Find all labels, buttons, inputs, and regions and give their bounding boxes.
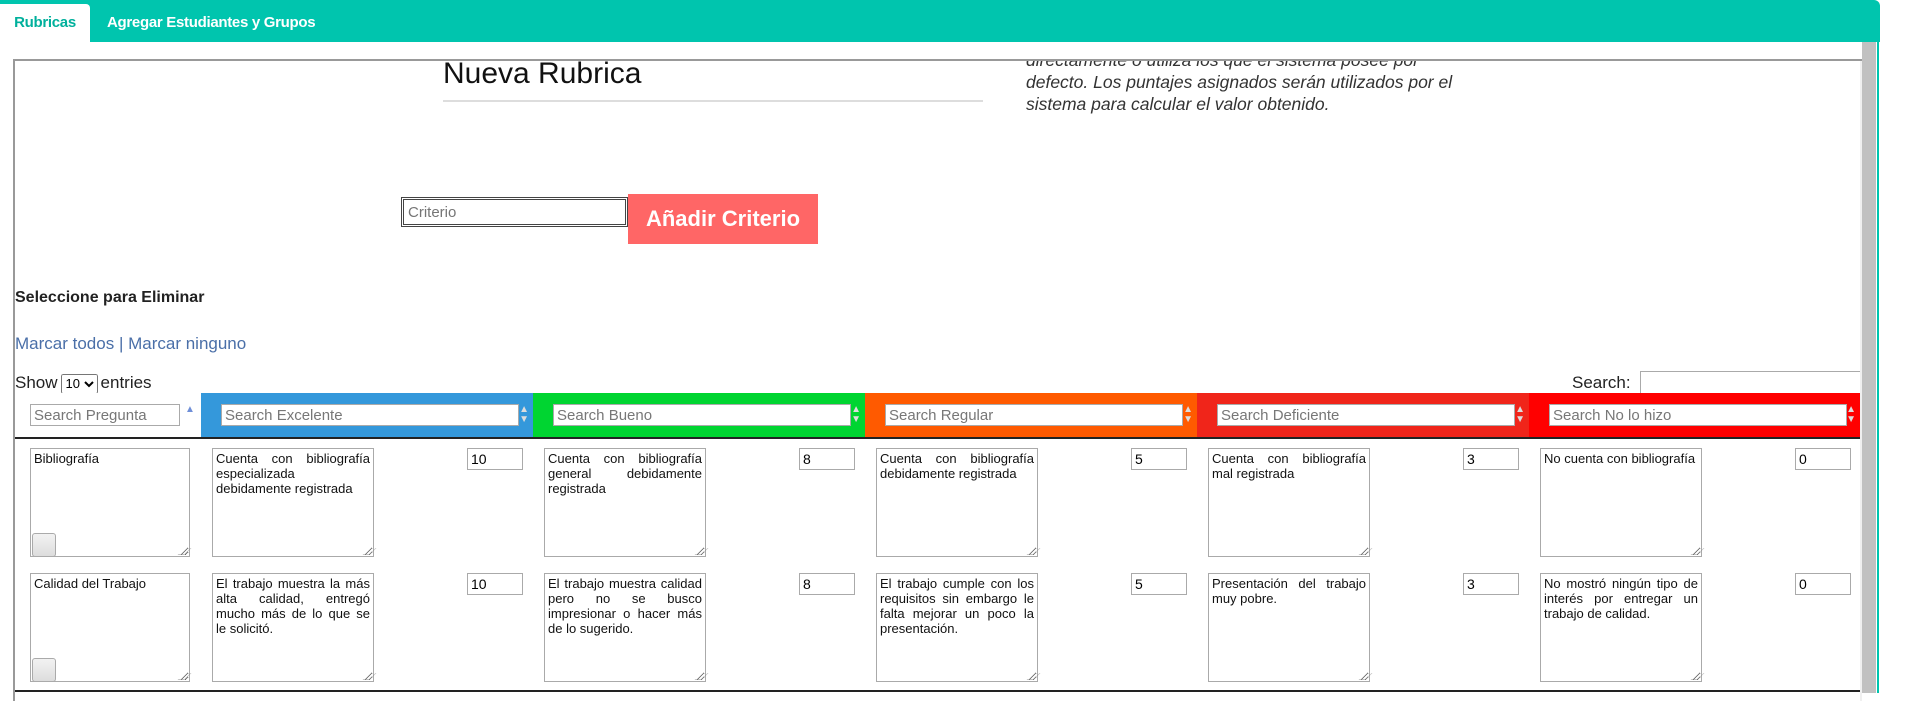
page-scrollbar[interactable] — [1862, 42, 1876, 693]
rubric-frame: Nueva Rubrica directamente o utiliza los… — [13, 59, 1862, 701]
mark-all-link[interactable]: Marcar todos — [15, 334, 114, 353]
bueno-score-input[interactable] — [799, 573, 855, 595]
no_lo_hizo-score-input[interactable] — [1795, 448, 1851, 470]
level-text: No cuenta con bibliografía — [1544, 451, 1696, 466]
entries-label: entries — [100, 373, 152, 392]
panel-border — [1877, 42, 1879, 693]
search-pregunta-input[interactable] — [31, 405, 179, 425]
header-excelente[interactable]: Search Excelente ▲ ▼ — [201, 393, 533, 437]
mark-links: Marcar todos | Marcar ninguno — [15, 334, 246, 354]
search-pregunta-field[interactable]: Search Pregunta — [30, 404, 180, 426]
delete-checkbox[interactable] — [32, 658, 56, 682]
no_lo_hizo-textarea[interactable]: No cuenta con bibliografía — [1540, 448, 1702, 557]
deficiente-textarea[interactable]: Presentación del trabajo muy pobre. — [1208, 573, 1370, 682]
search-deficiente-input[interactable] — [1218, 405, 1514, 425]
level-text: Cuenta con bibliografía especializada de… — [216, 451, 370, 496]
mark-none-link[interactable]: Marcar ninguno — [128, 334, 246, 353]
deficiente-score-input[interactable] — [1463, 448, 1519, 470]
tab-bar: Rubricas Agregar Estudiantes y Grupos — [0, 0, 1880, 42]
level-text: Presentación del trabajo muy pobre. — [1212, 576, 1366, 606]
excelente-textarea[interactable]: El trabajo muestra la más alta calidad, … — [212, 573, 374, 682]
search-deficiente-field[interactable]: Search Deficiente — [1217, 404, 1515, 426]
entries-select[interactable]: 10 — [60, 373, 98, 394]
regular-score-input[interactable] — [1131, 573, 1187, 595]
tab-agregar-estudiantes[interactable]: Agregar Estudiantes y Grupos — [107, 4, 316, 42]
sort-icon[interactable]: ▲ ▼ — [1515, 405, 1525, 425]
sort-icon[interactable]: ▲ ▼ — [1846, 405, 1856, 425]
regular-textarea[interactable]: El trabajo cumple con los requisitos sin… — [876, 573, 1038, 682]
pregunta-text: Bibliografía — [34, 451, 100, 466]
excelente-score-input[interactable] — [467, 448, 523, 470]
table-bottom-border — [15, 690, 1860, 692]
level-text: Cuenta con bibliografía mal registrada — [1212, 451, 1366, 481]
show-label: Show — [15, 373, 58, 392]
no_lo_hizo-textarea[interactable]: No mostró ningún tipo de interés por ent… — [1540, 573, 1702, 682]
description-line: sistema para calcular el valor obtenido. — [1026, 94, 1330, 114]
description-line: defecto. Los puntajes asignados serán ut… — [1026, 72, 1453, 92]
search-excelente-field[interactable]: Search Excelente — [221, 404, 519, 426]
sort-icon[interactable]: ▲ ▼ — [851, 405, 861, 425]
excelente-textarea[interactable]: Cuenta con bibliografía especializada de… — [212, 448, 374, 557]
search-regular-field[interactable]: Search Regular — [885, 404, 1183, 426]
header-bueno[interactable]: Search Bueno ▲ ▼ — [533, 393, 865, 437]
length-control: Show 10 entries — [15, 373, 152, 394]
level-text: Cuenta con bibliografía debidamente regi… — [880, 451, 1034, 481]
regular-textarea[interactable]: Cuenta con bibliografía debidamente regi… — [876, 448, 1038, 557]
no_lo_hizo-score-input[interactable] — [1795, 573, 1851, 595]
page-title: Nueva Rubrica — [443, 59, 642, 90]
delete-checkbox[interactable] — [32, 533, 56, 557]
search-excelente-input[interactable] — [222, 405, 518, 425]
add-criterio-button[interactable]: Añadir Criterio — [628, 194, 818, 244]
sort-icon[interactable]: ▲ ▼ — [1183, 405, 1193, 425]
table-header: Search Pregunta ▲ Search Excelente ▲ ▼ Se… — [15, 393, 1860, 439]
header-regular[interactable]: Search Regular ▲ ▼ — [865, 393, 1197, 437]
level-text: Cuenta con bibliografía general debidame… — [548, 451, 702, 496]
tab-rubricas[interactable]: Rubricas — [0, 4, 90, 42]
header-no-lo-hizo[interactable]: Search No lo hizo ▲ ▼ — [1529, 393, 1860, 437]
search-label: Search: — [1572, 373, 1631, 392]
title-divider — [443, 100, 983, 102]
description-line: directamente o utiliza los que el sistem… — [1026, 59, 1419, 70]
level-text: El trabajo muestra calidad pero no se bu… — [548, 576, 702, 636]
criterio-input[interactable] — [401, 197, 628, 227]
link-separator: | — [118, 334, 124, 353]
search-no-lo-hizo-field[interactable]: Search No lo hizo — [1549, 404, 1847, 426]
level-text: El trabajo muestra la más alta calidad, … — [216, 576, 370, 636]
header-deficiente[interactable]: Search Deficiente ▲ ▼ — [1197, 393, 1529, 437]
level-text: No mostró ningún tipo de interés por ent… — [1544, 576, 1698, 621]
level-text: El trabajo cumple con los requisitos sin… — [880, 576, 1034, 636]
pregunta-text: Calidad del Trabajo — [34, 576, 147, 591]
sort-asc-icon[interactable]: ▲ — [185, 405, 195, 415]
regular-score-input[interactable] — [1131, 448, 1187, 470]
excelente-score-input[interactable] — [467, 573, 523, 595]
deficiente-textarea[interactable]: Cuenta con bibliografía mal registrada — [1208, 448, 1370, 557]
deficiente-score-input[interactable] — [1463, 573, 1519, 595]
search-no-lo-hizo-input[interactable] — [1550, 405, 1846, 425]
sort-icon[interactable]: ▲ ▼ — [519, 405, 529, 425]
search-input[interactable] — [1640, 371, 1862, 395]
bueno-textarea[interactable]: El trabajo muestra calidad pero no se bu… — [544, 573, 706, 682]
bueno-score-input[interactable] — [799, 448, 855, 470]
search-bueno-input[interactable] — [554, 405, 850, 425]
description: directamente o utiliza los que el sistem… — [1026, 59, 1496, 115]
header-pregunta[interactable]: Search Pregunta ▲ — [15, 393, 201, 437]
search-bueno-field[interactable]: Search Bueno — [553, 404, 851, 426]
select-to-delete-label: Seleccione para Eliminar — [15, 289, 205, 306]
bueno-textarea[interactable]: Cuenta con bibliografía general debidame… — [544, 448, 706, 557]
search-regular-input[interactable] — [886, 405, 1182, 425]
